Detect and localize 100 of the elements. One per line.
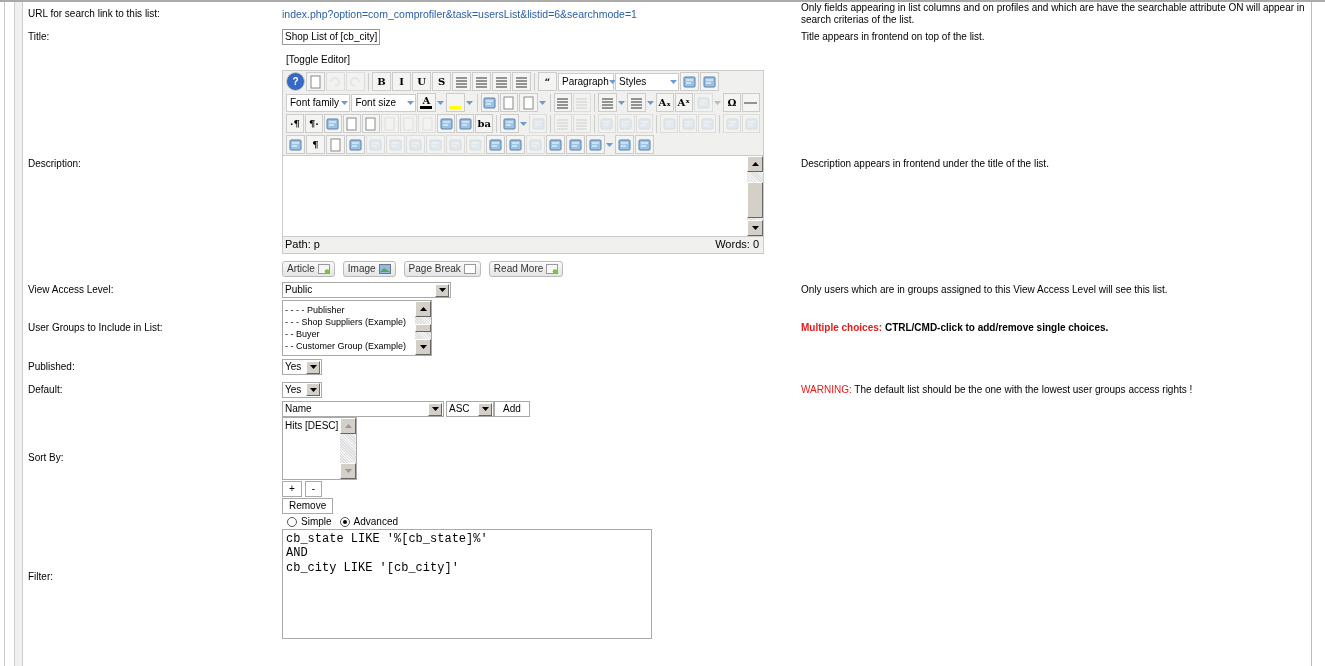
radio-button[interactable] xyxy=(287,517,297,527)
lines-icon xyxy=(454,74,469,89)
toolbar-button[interactable] xyxy=(323,114,342,133)
toolbar-button[interactable] xyxy=(597,93,617,112)
sort-direction-select[interactable]: ASC xyxy=(446,401,494,417)
square-icon xyxy=(548,137,563,152)
sort-field-select[interactable]: Name xyxy=(282,401,444,417)
toolbar-button[interactable]: ·¶ xyxy=(286,114,304,133)
document-icon xyxy=(317,264,330,274)
toolbar-button[interactable] xyxy=(626,93,646,112)
toolbar-button[interactable]: ba xyxy=(475,114,494,133)
toolbar-button[interactable]: ? xyxy=(286,72,305,91)
lines-icon xyxy=(599,95,615,110)
document-icon xyxy=(344,116,360,131)
toolbar-button[interactable] xyxy=(326,135,345,154)
toolbar-button[interactable] xyxy=(553,93,572,112)
format-dropdown[interactable]: Font size xyxy=(351,93,416,112)
lines-icon xyxy=(514,74,529,89)
toolbar-button[interactable] xyxy=(512,72,531,91)
filter-text-area[interactable]: cb_state LIKE '%[cb_state]%' AND cb_city LIKE '[cb_city]' xyxy=(282,529,652,639)
square-icon xyxy=(695,95,711,110)
toolbar-button[interactable] xyxy=(306,72,325,91)
toolbar-button[interactable] xyxy=(472,72,491,91)
toolbar-button[interactable]: ¶· xyxy=(304,114,323,133)
scroll-thumb[interactable] xyxy=(415,324,431,332)
insert-button[interactable]: Page Break xyxy=(403,261,481,277)
toolbar-button[interactable] xyxy=(452,72,471,91)
insert-button[interactable]: Article xyxy=(282,261,335,277)
field-label: Sort By: xyxy=(27,451,64,463)
list-option[interactable]: - - Buyer xyxy=(285,328,413,340)
word-count: Words: 0 xyxy=(715,238,759,252)
toolbar-button[interactable]: ¶ xyxy=(306,135,325,154)
title-input[interactable]: Shop List of [cb_city] xyxy=(282,29,381,45)
list-option[interactable]: - - - Shop Suppliers (Example) xyxy=(285,316,413,328)
square-icon xyxy=(724,116,740,131)
toolbar-button[interactable] xyxy=(518,93,538,112)
format-dropdown[interactable]: Font family xyxy=(286,93,351,112)
insert-button[interactable]: Image xyxy=(342,261,396,277)
list-option[interactable]: - - - - Publisher xyxy=(285,304,413,316)
toggle-editor-link[interactable]: [Toggle Editor] xyxy=(286,54,350,66)
insert-button[interactable]: Read More xyxy=(488,261,564,277)
list-option[interactable]: Hits [DESC] xyxy=(285,420,338,432)
radio-button[interactable] xyxy=(339,517,350,527)
toolbar-button[interactable]: B xyxy=(372,72,391,91)
square-icon xyxy=(325,116,341,131)
toolbar-button[interactable] xyxy=(486,135,505,154)
toolbar-button[interactable]: S xyxy=(432,72,451,91)
toolbar-button[interactable]: “ xyxy=(538,72,557,91)
toolbar-button[interactable] xyxy=(445,93,465,112)
add-button[interactable]: Add xyxy=(494,401,530,417)
lines-icon xyxy=(628,95,644,110)
url-link[interactable]: index.php?option=com_comprofiler&task=usersList&listid=6&searchmode=1 xyxy=(282,7,637,20)
toolbar-button[interactable] xyxy=(500,114,520,133)
toolbar-button[interactable] xyxy=(346,135,365,154)
toolbar-button[interactable] xyxy=(456,114,475,133)
format-dropdown[interactable]: Styles xyxy=(615,72,679,91)
toolbar-button[interactable] xyxy=(342,114,361,133)
scrollbar[interactable] xyxy=(747,156,763,236)
square-icon xyxy=(530,116,546,131)
toolbar-button[interactable]: Aˣ xyxy=(674,93,693,112)
access-level-select[interactable]: Public xyxy=(282,282,451,298)
toolbar-button[interactable] xyxy=(566,135,585,154)
caret-icon xyxy=(309,365,317,369)
list-option[interactable]: - - Customer Group (Example) xyxy=(285,340,413,352)
toolbar-button[interactable]: I xyxy=(392,72,411,91)
field-label: Filter: xyxy=(27,569,54,584)
toolbar-button[interactable]: A xyxy=(416,93,436,112)
toolbar-button[interactable]: U xyxy=(412,72,431,91)
toolbar-button[interactable] xyxy=(286,135,305,154)
default-select[interactable]: Yes xyxy=(282,381,322,398)
toolbar-button[interactable] xyxy=(741,93,760,112)
radio-label[interactable]: Simple xyxy=(301,516,332,528)
scrollbar[interactable] xyxy=(415,301,431,355)
radio-label[interactable]: Advanced xyxy=(353,516,399,528)
plus-button[interactable]: + xyxy=(282,481,302,497)
toolbar-button[interactable] xyxy=(680,72,699,91)
caret-icon xyxy=(436,100,444,105)
toolbar-button[interactable] xyxy=(615,135,634,154)
toolbar-button[interactable] xyxy=(546,135,565,154)
toolbar-button[interactable]: Ω xyxy=(722,93,741,112)
published-select[interactable]: Yes xyxy=(282,359,322,375)
toolbar-button[interactable] xyxy=(361,114,380,133)
toolbar-button[interactable] xyxy=(700,72,719,91)
caret-icon xyxy=(670,79,677,84)
square-icon xyxy=(699,116,715,131)
sort-listbox[interactable]: Hits [DESC] xyxy=(282,417,357,480)
scroll-thumb[interactable] xyxy=(747,182,763,218)
toolbar-button[interactable] xyxy=(506,135,525,154)
format-dropdown[interactable]: Paragraph xyxy=(558,72,614,91)
toolbar-button[interactable] xyxy=(499,93,518,112)
toolbar-button[interactable] xyxy=(492,72,511,91)
minus-button[interactable]: - xyxy=(304,481,323,497)
toolbar-button[interactable]: Aₓ xyxy=(655,93,674,112)
remove-button[interactable]: Remove xyxy=(282,498,334,514)
user-groups-listbox[interactable]: - - - - Publisher - - - Shop Suppliers (Example) - - Buyer - - Customer Group (Example) xyxy=(282,300,432,356)
toolbar-button[interactable] xyxy=(480,93,499,112)
toolbar-button[interactable] xyxy=(437,114,456,133)
toolbar-button[interactable] xyxy=(586,135,605,154)
square-icon xyxy=(568,137,583,152)
toolbar-button[interactable] xyxy=(635,135,654,154)
